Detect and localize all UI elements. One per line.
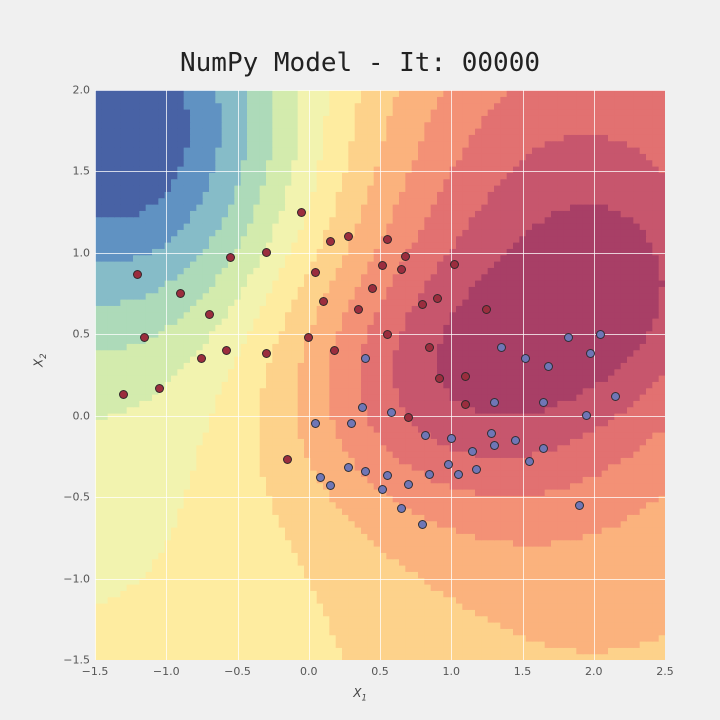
data-point bbox=[521, 354, 530, 363]
data-point bbox=[421, 431, 430, 440]
x-tick: 1.0 bbox=[443, 665, 461, 678]
y-tick: −0.5 bbox=[58, 491, 90, 504]
data-point bbox=[564, 333, 573, 342]
figure: NumPy Model - It: 00000 −1.5 −1.0 −0.5 0.0 0… bbox=[0, 0, 720, 720]
data-point bbox=[383, 330, 392, 339]
data-point bbox=[316, 473, 325, 482]
y-axis-label: X2 bbox=[32, 0, 48, 720]
data-point bbox=[544, 362, 553, 371]
data-point bbox=[326, 237, 335, 246]
axes-area bbox=[95, 90, 665, 660]
data-point bbox=[283, 455, 292, 464]
data-point bbox=[454, 470, 463, 479]
data-point bbox=[361, 467, 370, 476]
y-tick: 0.0 bbox=[58, 409, 90, 422]
data-point bbox=[155, 384, 164, 393]
x-tick: 2.5 bbox=[656, 665, 674, 678]
data-point bbox=[262, 248, 271, 257]
data-point bbox=[176, 289, 185, 298]
y-tick: 1.5 bbox=[58, 165, 90, 178]
data-point bbox=[404, 480, 413, 489]
data-point bbox=[433, 294, 442, 303]
data-point bbox=[497, 343, 506, 352]
data-point bbox=[444, 460, 453, 469]
data-point bbox=[611, 392, 620, 401]
data-point bbox=[133, 270, 142, 279]
data-point bbox=[330, 346, 339, 355]
data-point bbox=[447, 434, 456, 443]
data-point bbox=[575, 501, 584, 510]
data-point bbox=[378, 485, 387, 494]
y-tick: 1.0 bbox=[58, 246, 90, 259]
data-point bbox=[450, 260, 459, 269]
x-tick: −0.5 bbox=[224, 665, 251, 678]
data-point bbox=[297, 208, 306, 217]
data-point bbox=[461, 400, 470, 409]
data-point bbox=[326, 481, 335, 490]
x-tick: 1.5 bbox=[514, 665, 532, 678]
x-tick: 0.0 bbox=[300, 665, 318, 678]
y-tick: 0.5 bbox=[58, 328, 90, 341]
data-point bbox=[205, 310, 214, 319]
data-point bbox=[525, 457, 534, 466]
data-point bbox=[119, 390, 128, 399]
data-point bbox=[404, 413, 413, 422]
y-tick: −1.5 bbox=[58, 654, 90, 667]
data-point bbox=[397, 504, 406, 513]
data-point bbox=[401, 252, 410, 261]
x-tick: 2.0 bbox=[585, 665, 603, 678]
data-point bbox=[387, 408, 396, 417]
data-point bbox=[490, 398, 499, 407]
x-tick: 0.5 bbox=[371, 665, 389, 678]
x-tick: −1.0 bbox=[153, 665, 180, 678]
chart-title: NumPy Model - It: 00000 bbox=[0, 48, 720, 78]
data-point bbox=[490, 441, 499, 450]
x-axis-label: X1 bbox=[0, 686, 720, 702]
data-point bbox=[397, 265, 406, 274]
data-point bbox=[319, 297, 328, 306]
data-point bbox=[262, 349, 271, 358]
data-point bbox=[487, 429, 496, 438]
data-point bbox=[383, 235, 392, 244]
data-point bbox=[222, 346, 231, 355]
y-tick: −1.0 bbox=[58, 572, 90, 585]
x-tick: −1.5 bbox=[82, 665, 109, 678]
data-point bbox=[511, 436, 520, 445]
y-tick: 2.0 bbox=[58, 84, 90, 97]
